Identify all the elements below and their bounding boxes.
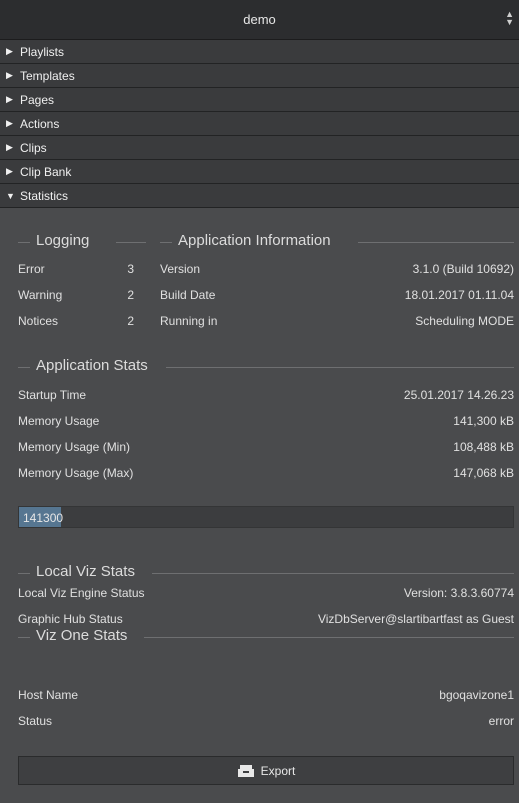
section-divider: [166, 367, 514, 368]
section-divider: [18, 367, 30, 368]
nav-item-actions[interactable]: ▶ Actions: [0, 112, 519, 136]
section-divider: [358, 242, 514, 243]
expand-arrow-icon: ▶: [6, 70, 13, 80]
section-divider: [144, 637, 514, 638]
app-info-label: Version: [160, 262, 201, 276]
expand-arrow-icon: ▶: [6, 166, 13, 176]
app-stats-value: 25.01.2017 14.26.23: [403, 388, 514, 402]
nav-item-label: Pages: [20, 92, 55, 107]
section-divider: [152, 573, 514, 574]
expand-arrow-icon: ▶: [6, 118, 13, 128]
logging-label: Error: [18, 262, 45, 276]
logging-value: 2: [127, 288, 134, 302]
logging-value: 2: [127, 314, 134, 328]
app-stats-label: Memory Usage (Min): [18, 440, 131, 454]
nav-item-label: Clip Bank: [20, 164, 72, 179]
nav-item-label: Actions: [20, 116, 60, 131]
section-divider: [18, 573, 30, 574]
nav-item-label: Statistics: [20, 188, 69, 203]
nav-item-templates[interactable]: ▶ Templates: [0, 64, 519, 88]
memory-usage-bar: 141300: [18, 506, 514, 528]
statistics-panel: Logging Application Information Error 3 …: [0, 216, 519, 803]
section-divider: [18, 242, 30, 243]
nav-item-clip-bank[interactable]: ▶ Clip Bank: [0, 160, 519, 184]
updown-arrows-icon: ▲ ▼: [505, 9, 514, 27]
logging-label: Notices: [18, 314, 59, 328]
expand-arrow-icon: ▶: [6, 46, 13, 56]
logging-label: Warning: [18, 288, 63, 302]
export-button[interactable]: Export: [18, 756, 514, 785]
expand-arrow-icon: ▶: [6, 94, 13, 104]
local-viz-label: Local Viz Engine Status: [18, 586, 145, 600]
logging-value: 3: [127, 262, 134, 276]
local-viz-label: Graphic Hub Status: [18, 612, 123, 626]
collapse-arrow-icon: ▼: [6, 190, 15, 201]
app-stats-label: Memory Usage: [18, 414, 100, 428]
nav-item-label: Clips: [20, 140, 47, 155]
local-viz-title: Local Viz Stats: [36, 563, 135, 580]
app-info-label: Running in: [160, 314, 218, 328]
viz-one-title: Viz One Stats: [36, 627, 128, 644]
rundown-selector[interactable]: demo ▲ ▼: [0, 0, 519, 40]
export-icon: [237, 764, 254, 777]
nav-item-label: Playlists: [20, 44, 65, 59]
app-info-label: Build Date: [160, 288, 216, 302]
nav-item-pages[interactable]: ▶ Pages: [0, 88, 519, 112]
app-stats-value: 108,488 kB: [453, 440, 514, 454]
app-info-title: Application Information: [178, 232, 331, 249]
app-info-value: 18.01.2017 01.11.04: [404, 288, 514, 302]
nav-item-playlists[interactable]: ▶ Playlists: [0, 40, 519, 64]
app-stats-value: 141,300 kB: [453, 414, 514, 428]
app-info-value: 3.1.0 (Build 10692): [412, 262, 514, 276]
nav-item-clips[interactable]: ▶ Clips: [0, 136, 519, 160]
app-stats-label: Memory Usage (Max): [18, 466, 134, 480]
viz-one-label: Status: [18, 714, 53, 728]
logging-title: Logging: [36, 232, 90, 249]
memory-usage-bar-text: 141300: [23, 511, 64, 525]
export-label: Export: [260, 763, 296, 778]
viz-one-value: error: [488, 714, 514, 728]
app-stats-label: Startup Time: [18, 388, 87, 402]
viz-one-label: Host Name: [18, 688, 79, 702]
nav-item-label: Templates: [20, 68, 75, 83]
local-viz-value: Version: 3.8.3.60774: [403, 586, 514, 600]
rundown-selector-value: demo: [243, 12, 276, 27]
nav-item-statistics[interactable]: ▼ Statistics: [0, 184, 519, 208]
accordion-nav: ▶ Playlists ▶ Templates ▶ Pages ▶ Action…: [0, 40, 519, 208]
app-stats-value: 147,068 kB: [453, 466, 514, 480]
section-divider: [18, 637, 30, 638]
expand-arrow-icon: ▶: [6, 142, 13, 152]
app-stats-title: Application Stats: [36, 357, 148, 374]
section-divider: [116, 242, 146, 243]
viz-one-value: bgoqavizone1: [439, 688, 514, 702]
section-divider: [160, 242, 172, 243]
local-viz-value: VizDbServer@slartibartfast as Guest: [317, 612, 514, 626]
app-info-value: Scheduling MODE: [415, 314, 514, 328]
